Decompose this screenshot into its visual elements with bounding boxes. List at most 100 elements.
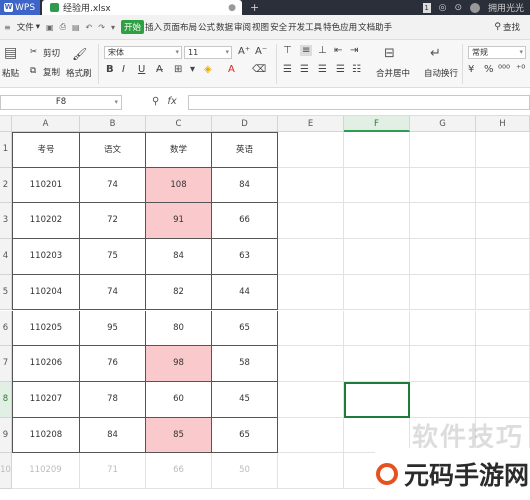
new-tab-button[interactable]: + <box>250 1 259 14</box>
cell[interactable] <box>410 274 476 311</box>
table-cell-chinese[interactable]: 95 <box>80 310 146 347</box>
table-cell-english[interactable]: 65 <box>212 310 278 347</box>
cell[interactable] <box>410 310 476 347</box>
cell[interactable] <box>476 167 530 204</box>
copy-button[interactable]: 复制 <box>43 66 60 78</box>
font-name-select[interactable]: 宋体 ▾ <box>104 46 182 59</box>
cell[interactable] <box>410 203 476 240</box>
table-header-cell[interactable]: 英语 <box>212 132 278 168</box>
row-header-6[interactable]: 6 <box>0 310 12 347</box>
cell[interactable] <box>278 417 344 454</box>
currency-icon[interactable]: ¥ <box>468 64 474 75</box>
merge-icon[interactable]: ⊟ <box>384 46 395 61</box>
align-left-icon[interactable]: ☰ <box>283 64 292 75</box>
bold-button[interactable]: B <box>106 64 114 75</box>
cell[interactable] <box>344 167 410 204</box>
more-icon[interactable]: ▾ <box>111 23 115 32</box>
tab-special-apps[interactable]: 特色应用 <box>323 21 357 33</box>
tab-review[interactable]: 审阅 <box>234 21 251 33</box>
table-cell-math[interactable]: 108 <box>146 167 212 204</box>
table-header-cell[interactable]: 数学 <box>146 132 212 168</box>
cell[interactable] <box>344 310 410 347</box>
table-cell-chinese[interactable]: 72 <box>80 203 146 240</box>
auto-wrap-button[interactable]: 自动换行 <box>424 67 458 79</box>
cell[interactable] <box>344 274 410 311</box>
name-box[interactable]: F8 ▾ <box>0 95 122 110</box>
italic-button[interactable]: I <box>122 64 125 75</box>
underline-button[interactable]: U <box>138 64 145 75</box>
cut-icon[interactable]: ✂ <box>30 47 37 57</box>
table-cell-math[interactable]: 82 <box>146 274 212 311</box>
apps-icon[interactable]: ◎ <box>439 3 447 13</box>
table-cell-math[interactable]: 91 <box>146 203 212 240</box>
magnifier-icon[interactable]: ⚲ <box>152 96 159 107</box>
formula-input[interactable] <box>188 95 530 110</box>
number-format-select[interactable]: 常规 ▾ <box>468 46 526 59</box>
tab-doc-assistant[interactable]: 文档助手 <box>358 21 392 33</box>
align-middle-icon[interactable]: ≡ <box>300 45 313 56</box>
copy-icon[interactable]: ⧉ <box>30 66 36 76</box>
fill-color-icon[interactable]: ◈ <box>204 64 212 75</box>
cell[interactable] <box>278 274 344 311</box>
row-header-2[interactable]: 2 <box>0 167 12 204</box>
cell[interactable] <box>476 274 530 311</box>
table-cell-id[interactable]: 110203 <box>12 239 80 275</box>
cell[interactable] <box>476 381 530 418</box>
cell[interactable] <box>410 381 476 418</box>
table-cell-math[interactable]: 80 <box>146 310 212 347</box>
cell[interactable] <box>344 346 410 382</box>
table-cell-id[interactable]: 110206 <box>12 346 80 382</box>
avatar[interactable] <box>469 2 480 13</box>
increase-font-icon[interactable]: A⁺ <box>238 46 250 57</box>
cell[interactable] <box>476 203 530 240</box>
table-cell-chinese[interactable]: 74 <box>80 274 146 311</box>
table-cell-english[interactable]: 65 <box>212 417 278 454</box>
table-cell-english[interactable]: 63 <box>212 239 278 275</box>
cell[interactable] <box>476 132 530 168</box>
borders-icon[interactable]: ⊞ <box>174 64 182 75</box>
table-cell-id[interactable]: 110207 <box>12 381 80 418</box>
tab-page-layout[interactable]: 页面布局 <box>163 21 197 33</box>
cell[interactable] <box>410 239 476 275</box>
font-color-icon[interactable]: A <box>228 64 235 75</box>
table-cell-english[interactable]: 66 <box>212 203 278 240</box>
column-header-c[interactable]: C <box>146 116 212 132</box>
row-header-10[interactable]: 10 <box>0 453 12 489</box>
decimal-icon[interactable]: ⁺⁰ <box>516 64 525 75</box>
align-right-icon[interactable]: ☰ <box>318 64 327 75</box>
tab-dot-icon[interactable]: ● <box>228 3 236 13</box>
align-bottom-icon[interactable]: ⊥ <box>318 45 327 56</box>
table-cell-english[interactable]: 44 <box>212 274 278 311</box>
tab-developer[interactable]: 开发工具 <box>288 21 322 33</box>
row-header-8[interactable]: 8 <box>0 381 12 418</box>
table-cell-id[interactable]: 110202 <box>12 203 80 240</box>
table-cell-chinese[interactable]: 71 <box>80 453 146 489</box>
indent-left-icon[interactable]: ⇤ <box>334 45 342 56</box>
tab-insert[interactable]: 插入 <box>145 21 162 33</box>
column-header-g[interactable]: G <box>410 116 476 132</box>
row-header-5[interactable]: 5 <box>0 274 12 311</box>
paste-button[interactable]: 粘贴 <box>2 67 19 79</box>
active-cell-f8[interactable] <box>344 381 410 418</box>
thousands-icon[interactable]: ⁰⁰⁰ <box>498 64 510 75</box>
cell[interactable] <box>476 346 530 382</box>
table-cell-id[interactable]: 110204 <box>12 274 80 311</box>
table-cell-english[interactable]: 45 <box>212 381 278 418</box>
indent-right-icon[interactable]: ⇥ <box>350 45 358 56</box>
cell[interactable] <box>278 346 344 382</box>
column-header-a[interactable]: A <box>12 116 80 132</box>
column-header-e[interactable]: E <box>278 116 344 132</box>
table-cell-id[interactable]: 110205 <box>12 310 80 347</box>
table-cell-math[interactable]: 66 <box>146 453 212 489</box>
border-dropdown-icon[interactable]: ▾ <box>190 64 195 75</box>
decrease-font-icon[interactable]: A⁻ <box>255 46 267 57</box>
tab-security[interactable]: 安全 <box>270 21 287 33</box>
table-cell-id[interactable]: 110208 <box>12 417 80 454</box>
wps-home-tab[interactable]: W WPS <box>0 0 40 15</box>
cell[interactable] <box>476 310 530 347</box>
print-preview-icon[interactable]: ▤ <box>72 23 80 32</box>
table-cell-math[interactable]: 85 <box>146 417 212 454</box>
table-cell-chinese[interactable]: 76 <box>80 346 146 382</box>
cell[interactable] <box>410 167 476 204</box>
strikethrough-icon[interactable]: A̶ <box>156 64 163 75</box>
